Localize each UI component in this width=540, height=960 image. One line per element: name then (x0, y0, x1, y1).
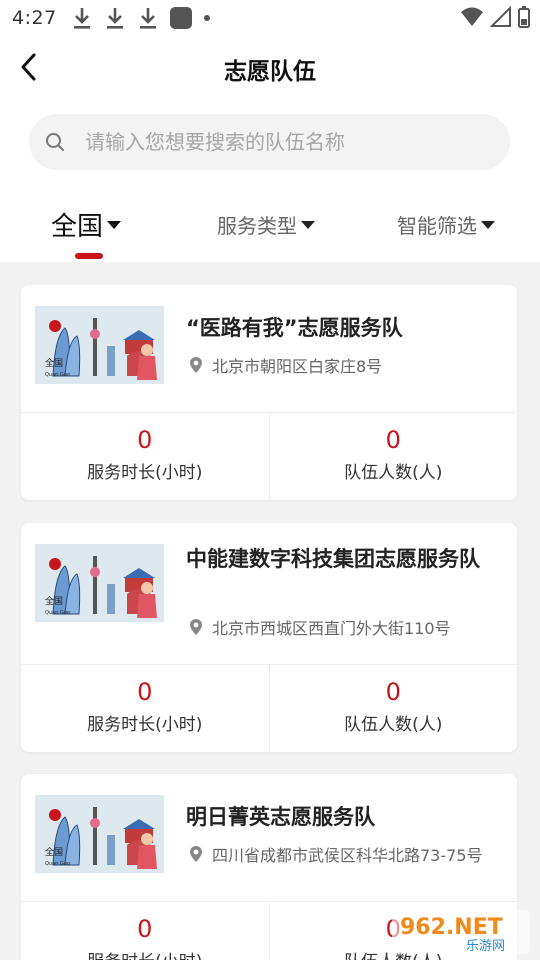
download-icon (104, 6, 126, 30)
page-title: 志愿队伍 (224, 59, 316, 85)
thumbnail-caption: 全国 (45, 846, 63, 858)
app-notification-icon (169, 7, 192, 29)
team-address-text: 北京市西城区西直门外大街110号 (212, 619, 451, 638)
search-bar[interactable] (29, 114, 510, 170)
service-hours-value: 0 (137, 426, 153, 454)
team-card[interactable]: 全国 Quan Guo “医路有我”志愿服务队 北京市朝阳区白家庄8号 0 服务… (21, 285, 517, 500)
wifi-icon (461, 7, 483, 26)
filter-smart[interactable]: 智能筛选 (397, 210, 495, 239)
team-address: 北京市朝阳区白家庄8号 (189, 353, 382, 377)
search-icon (46, 133, 64, 151)
service-hours-label: 服务时长(小时) (21, 947, 269, 960)
team-name: 明日菁英志愿服务队 (186, 805, 375, 829)
screen: 4:27 志愿队伍 全国 (0, 0, 540, 960)
member-count-stat: 0 队伍人数(人) (270, 413, 518, 500)
team-address: 四川省成都市武侯区科华北路73-75号 (189, 842, 483, 866)
member-count-label: 队伍人数(人) (344, 463, 443, 483)
team-list: 全国 Quan Guo “医路有我”志愿服务队 北京市朝阳区白家庄8号 0 服务… (0, 262, 540, 960)
location-pin-icon (190, 357, 202, 373)
member-count-label: 队伍人数(人) (344, 715, 443, 735)
thumbnail-caption: 全国 (45, 357, 63, 369)
header-bar: 志愿队伍 (0, 36, 540, 98)
thumbnail-subcaption: Quan Guo (45, 372, 70, 378)
more-notifications-dot-icon (203, 15, 210, 21)
service-hours-stat: 0 服务时长(小时) (21, 413, 270, 500)
member-count-value: 0 (385, 678, 401, 706)
team-address: 北京市西城区西直门外大街110号 (189, 615, 451, 639)
filter-bar: 全国 服务类型 智能筛选 (0, 192, 540, 262)
member-count-stat: 0 队伍人数(人) (270, 665, 518, 752)
team-address-text: 北京市朝阳区白家庄8号 (212, 357, 383, 376)
team-thumbnail-image: 全国 Quan Guo (35, 544, 164, 622)
filter-smart-label: 智能筛选 (397, 214, 477, 238)
service-hours-value: 0 (137, 915, 153, 943)
caret-down-icon (301, 220, 315, 229)
service-hours-stat: 0 服务时长(小时) (21, 902, 270, 960)
team-name: “医路有我”志愿服务队 (186, 316, 403, 340)
team-address-text: 四川省成都市武侯区科华北路73-75号 (212, 846, 483, 865)
service-hours-label: 服务时长(小时) (87, 463, 203, 483)
thumbnail-subcaption: Quan Guo (45, 861, 70, 867)
caret-down-icon (481, 220, 495, 229)
thumbnail-subcaption: Quan Guo (45, 610, 70, 616)
watermark-logo: 962.NET 乐游网 (392, 910, 530, 954)
service-hours-value: 0 (137, 678, 153, 706)
team-thumbnail-image: 全国 Quan Guo (35, 795, 164, 873)
watermark-brand: 962.NET (400, 915, 503, 940)
filter-region-label: 全国 (51, 212, 104, 242)
team-stats: 0 服务时长(小时) 0 队伍人数(人) (21, 412, 517, 500)
status-bar: 4:27 (0, 0, 540, 36)
thumbnail-caption: 全国 (45, 595, 63, 607)
location-pin-icon (190, 846, 202, 862)
search-input[interactable] (85, 130, 465, 154)
active-tab-indicator (75, 253, 103, 259)
watermark-sub: 乐游网 (466, 939, 505, 954)
service-hours-label: 服务时长(小时) (87, 715, 203, 735)
filter-service-type-label: 服务类型 (217, 214, 297, 238)
location-pin-icon (190, 619, 202, 635)
download-icon (137, 6, 159, 30)
signal-icon (490, 6, 511, 27)
download-icon (71, 6, 93, 30)
caret-down-icon (107, 220, 122, 229)
filter-region[interactable]: 全国 (51, 206, 122, 243)
team-thumbnail-image: 全国 Quan Guo (35, 306, 164, 384)
status-time: 4:27 (12, 7, 57, 29)
service-hours-stat: 0 服务时长(小时) (21, 665, 270, 752)
team-card[interactable]: 全国 Quan Guo 中能建数字科技集团志愿服务队 北京市西城区西直门外大街1… (21, 523, 517, 752)
team-name: 中能建数字科技集团志愿服务队 (186, 547, 480, 571)
search-section (0, 98, 540, 192)
battery-icon (518, 6, 530, 28)
status-icons (460, 6, 530, 28)
member-count-value: 0 (385, 426, 401, 454)
filter-service-type[interactable]: 服务类型 (217, 210, 315, 239)
team-stats: 0 服务时长(小时) 0 队伍人数(人) (21, 664, 517, 752)
